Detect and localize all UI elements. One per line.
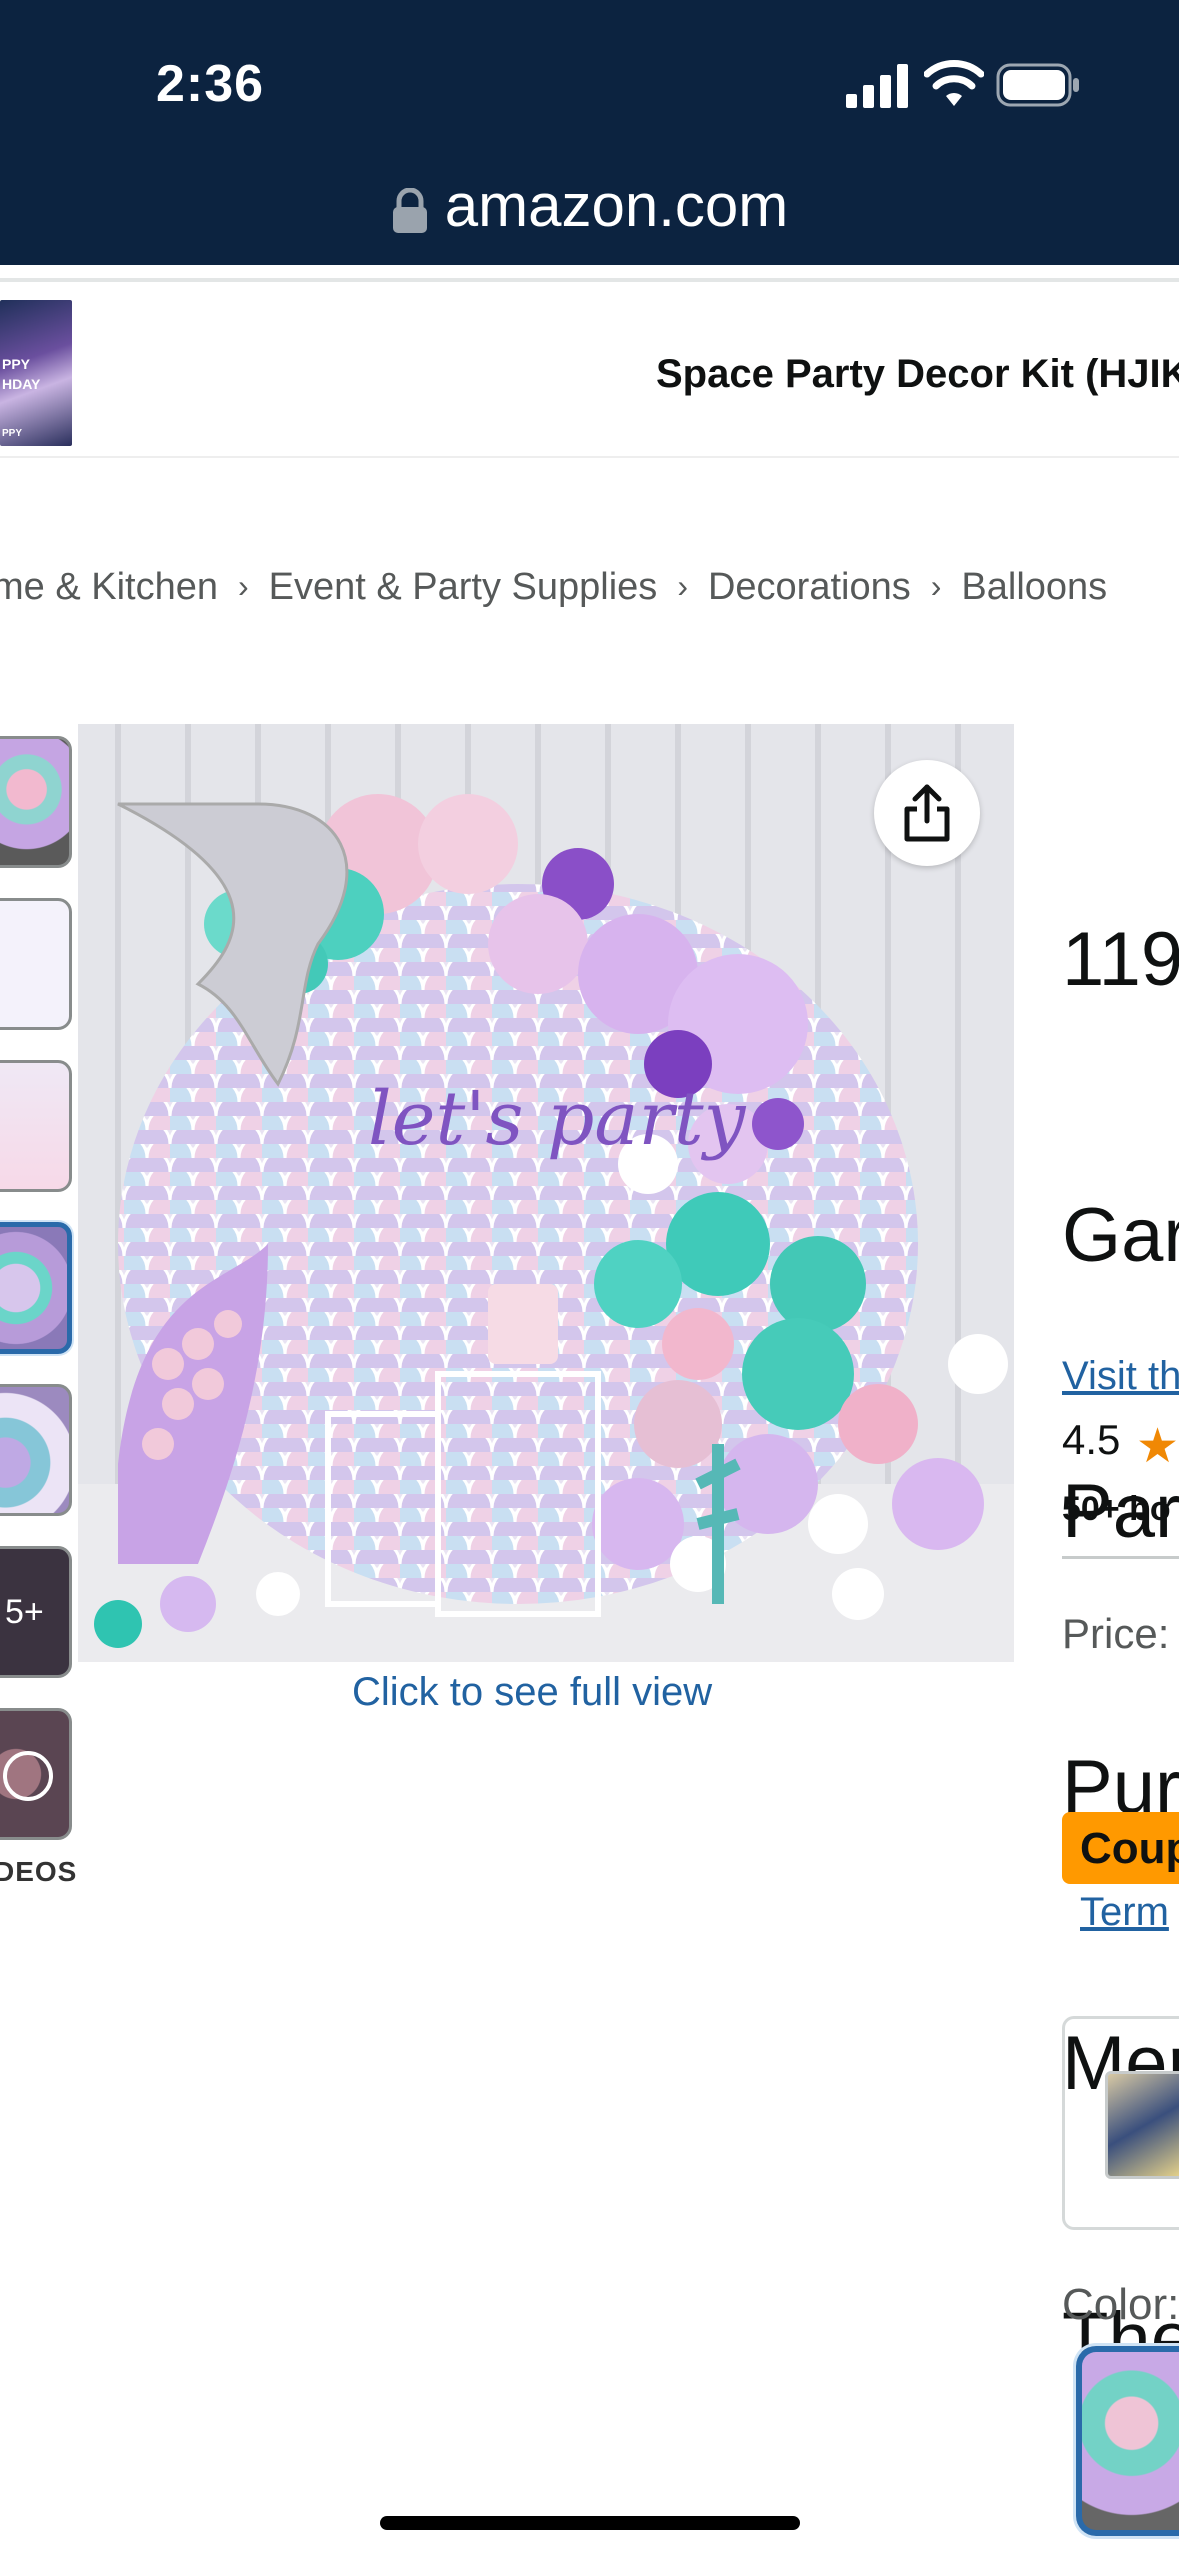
lock-icon [392, 188, 427, 233]
sticky-product-title[interactable]: Space Party Decor Kit (HJIK [656, 352, 1179, 397]
breadcrumb: me & Kitchen › Event & Party Supplies › … [0, 566, 1107, 609]
breadcrumb-separator: › [677, 568, 688, 604]
wifi-icon [924, 60, 984, 106]
mermaid-balloon-scene-image: let's party [78, 724, 1014, 1662]
status-bar: 2:36 amazon.com [0, 0, 1179, 265]
address-bar[interactable]: amazon.com [0, 160, 1179, 250]
product-title-line: 119 [1062, 917, 1179, 1002]
play-icon [3, 1751, 53, 1801]
breadcrumb-separator: › [930, 568, 942, 604]
price-label: Price: [1062, 1610, 1170, 1657]
color-label: Color: [1062, 2280, 1179, 2329]
battery-icon [996, 63, 1079, 107]
cellular-signal-icon [846, 64, 908, 108]
url-text: amazon.com [444, 171, 789, 239]
lets-party-text: let's party [368, 1076, 747, 1162]
thumb-text: PPY [2, 356, 31, 372]
visit-store-link[interactable]: Visit th [1062, 1354, 1179, 1399]
video-thumbnail[interactable] [0, 1708, 72, 1840]
bought-count: 50+ bo [1062, 1490, 1171, 1528]
image-thumbnail-selected[interactable] [0, 1222, 72, 1354]
rating-value[interactable]: 4.5 [1062, 1416, 1120, 1464]
home-indicator[interactable] [380, 2516, 800, 2530]
coupon-badge: Coup [1062, 1812, 1179, 1884]
breadcrumb-item[interactable]: Event & Party Supplies [269, 566, 658, 609]
more-images-thumbnail[interactable]: 5+ [0, 1546, 72, 1678]
thumb-text: HDAY [2, 376, 41, 392]
share-button[interactable] [874, 760, 980, 866]
breadcrumb-item[interactable]: me & Kitchen [0, 566, 218, 609]
image-thumbnail[interactable] [0, 1060, 72, 1192]
status-time: 2:36 [156, 55, 265, 113]
image-thumbnail[interactable] [0, 898, 72, 1030]
videos-label: DEOS [0, 1856, 78, 1887]
image-thumbnail[interactable] [0, 1384, 72, 1516]
color-swatch-selected[interactable] [1076, 2346, 1179, 2536]
full-view-link[interactable]: Click to see full view [352, 1670, 712, 1715]
breadcrumb-separator: › [238, 568, 249, 604]
sticky-product-header[interactable]: PPY HDAY PPY Space Party Decor Kit (HJIK [0, 278, 1179, 458]
main-product-image[interactable]: let's party [78, 724, 1014, 1662]
product-title-line: Gar [1062, 1193, 1179, 1278]
breadcrumb-item[interactable]: Decorations [708, 566, 911, 609]
share-icon [904, 784, 950, 842]
breadcrumb-item[interactable]: Balloons [961, 566, 1107, 609]
star-icon: ★ [1136, 1420, 1179, 1473]
coupon-terms-link[interactable]: Term [1080, 1890, 1169, 1935]
sticky-product-thumbnail[interactable]: PPY HDAY PPY [0, 300, 72, 446]
divider [1062, 1556, 1179, 1559]
variant-option-card[interactable] [1062, 2016, 1179, 2230]
more-images-label: 5+ [5, 1593, 44, 1631]
image-thumbnail-list: 5+ [0, 736, 74, 1870]
variant-thumbnail [1105, 2071, 1179, 2179]
thumb-text: PPY [2, 428, 23, 439]
image-thumbnail[interactable] [0, 736, 72, 868]
